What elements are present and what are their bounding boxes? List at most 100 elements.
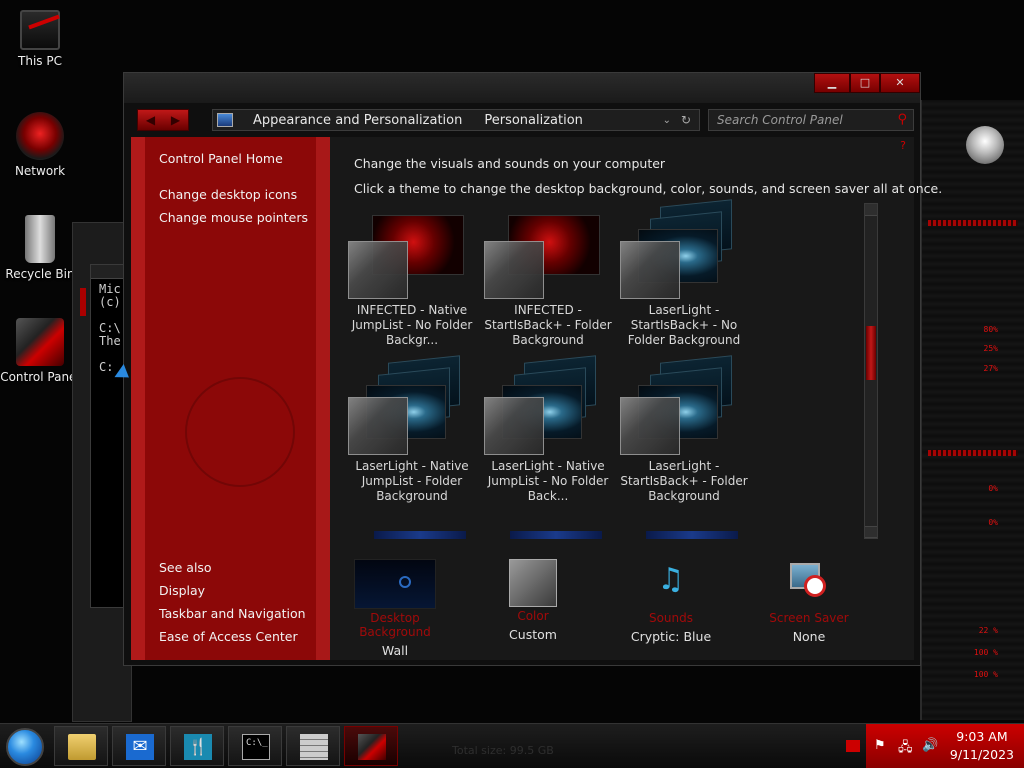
recycle-bin-icon [25, 215, 55, 263]
network-icon[interactable]: 🖧 [898, 738, 913, 760]
see-also-heading: See also [159, 560, 212, 575]
theme-thumbnail [480, 207, 616, 303]
widget-value: 22 % [978, 626, 998, 635]
navigation-bar: ◀ ▶ Appearance and Personalization Perso… [124, 107, 920, 135]
theme-item[interactable]: INFECTED - Native JumpList - No Folder B… [344, 207, 480, 348]
sidebar-link-desktop-icons[interactable]: Change desktop icons [159, 187, 297, 202]
widget-bar [928, 450, 1018, 456]
control-panel-icon [16, 318, 64, 366]
mail-icon: ✉ [126, 734, 154, 760]
screen-saver-setting[interactable]: Screen Saver None [754, 559, 864, 644]
theme-item-partial[interactable] [510, 531, 602, 539]
setting-title: Color [517, 609, 549, 623]
theme-item[interactable]: INFECTED - StartIsBack+ - Folder Backgro… [480, 207, 616, 348]
sounds-setting[interactable]: ♫ Sounds Cryptic: Blue [616, 559, 726, 644]
minimize-button[interactable]: ▁ [814, 73, 850, 93]
breadcrumb-personalization[interactable]: Personalization [484, 113, 583, 128]
desktop-icon-label: This PC [18, 54, 62, 68]
start-button[interactable] [6, 728, 44, 766]
computer-icon [20, 10, 60, 50]
theme-item[interactable]: LaserLight - StartIsBack+ - No Folder Ba… [616, 199, 752, 348]
desktop-icon-label: Recycle Bin [5, 267, 75, 281]
cmd-titlebar[interactable] [91, 265, 125, 279]
search-input[interactable]: Search Control Panel ⚲ [708, 109, 914, 131]
taskbar-control-panel[interactable] [344, 726, 398, 766]
theme-thumbnail [344, 207, 480, 303]
help-icon[interactable]: ? [900, 139, 906, 152]
clock-time: 9:03 AM [956, 729, 1008, 744]
desktop-icon-recycle-bin[interactable]: Recycle Bin [0, 215, 80, 281]
personalization-window: ▁ □ ✕ ◀ ▶ Appearance and Personalization… [123, 72, 942, 666]
refresh-icon[interactable]: ↻ [681, 113, 691, 127]
taskbar-file-explorer[interactable] [54, 726, 108, 766]
theme-label: LaserLight - Native JumpList - Folder Ba… [355, 459, 469, 503]
taskbar-mail[interactable]: ✉ [112, 726, 166, 766]
network-icon [16, 112, 64, 160]
taskbar-firewall[interactable] [286, 726, 340, 766]
show-hidden-icons[interactable] [846, 740, 860, 752]
folder-icon [68, 734, 96, 760]
widget-value: 27% [983, 364, 998, 373]
back-button[interactable]: ◀ [138, 110, 163, 130]
forward-button[interactable]: ▶ [163, 110, 188, 130]
sidebar-link-home[interactable]: Control Panel Home [159, 151, 283, 166]
desktop-background-icon [354, 559, 436, 609]
scroll-up-button[interactable] [865, 204, 877, 216]
theme-list-scrollbar[interactable] [864, 203, 878, 539]
color-setting[interactable]: Color Custom [478, 559, 588, 642]
sidebar-link-display[interactable]: Display [159, 583, 205, 598]
address-bar[interactable]: Appearance and Personalization Personali… [212, 109, 700, 131]
theme-thumbnail [480, 355, 616, 459]
desktop-background-setting[interactable]: Desktop Background Wall [340, 559, 450, 658]
sidebar-link-taskbar[interactable]: Taskbar and Navigation [159, 606, 306, 621]
desktop-icon-network[interactable]: Network [0, 112, 80, 178]
scroll-thumb[interactable] [866, 326, 876, 380]
maximize-button[interactable]: □ [850, 73, 880, 93]
system-tray: ⚑ 🖧 🔊 9:03 AM 9/11/2023 [866, 724, 1024, 768]
control-panel-icon [217, 113, 233, 127]
color-swatch-icon [509, 559, 557, 607]
sidebar-link-ease-of-access[interactable]: Ease of Access Center [159, 629, 298, 644]
breadcrumb-appearance[interactable]: Appearance and Personalization [253, 113, 462, 128]
theme-item[interactable]: LaserLight - StartIsBack+ - Folder Backg… [616, 355, 752, 504]
desktop-icon-control-panel[interactable]: Control Panel [0, 318, 80, 384]
theme-color-preview [348, 397, 408, 455]
sidebar-link-mouse-pointers[interactable]: Change mouse pointers [159, 210, 308, 225]
clock-date: 9/11/2023 [949, 747, 1014, 762]
main-panel: ? Change the visuals and sounds on your … [330, 137, 942, 660]
setting-value: Cryptic: Blue [630, 629, 712, 644]
search-placeholder: Search Control Panel [717, 113, 843, 127]
desktop-icon-label: Control Panel [0, 370, 80, 384]
widget-value: 0% [988, 484, 998, 493]
search-icon[interactable]: ⚲ [897, 112, 907, 127]
screen-saver-icon [786, 559, 832, 609]
clock[interactable]: 9:03 AM 9/11/2023 [950, 728, 1014, 764]
theme-label: INFECTED - StartIsBack+ - Folder Backgro… [484, 303, 612, 347]
setting-title: Desktop Background [359, 611, 431, 639]
sidebar: Control Panel Home Change desktop icons … [131, 137, 330, 660]
theme-color-preview [620, 397, 680, 455]
taskbar: ✉ 🍴 C:\_ Total size: 99.5 GB ⚑ 🖧 🔊 9:03 … [0, 723, 1024, 768]
window-accent-strip [80, 288, 86, 316]
theme-item-partial[interactable] [646, 531, 738, 539]
theme-item-partial[interactable] [374, 531, 466, 539]
scroll-down-button[interactable] [865, 526, 877, 538]
nav-buttons: ◀ ▶ [137, 109, 189, 131]
theme-item[interactable]: LaserLight - Native JumpList - Folder Ba… [344, 355, 480, 504]
volume-icon[interactable]: 🔊 [922, 738, 938, 753]
theme-item[interactable]: LaserLight - Native JumpList - No Folder… [480, 355, 616, 504]
flag-icon[interactable]: ⚑ [874, 738, 886, 753]
alien-logo-icon [966, 126, 1004, 164]
widget-value: 0% [988, 518, 998, 527]
desktop-icon-this-pc[interactable]: This PC [0, 10, 80, 68]
desktop-icon-label: Network [14, 164, 66, 178]
chevron-down-icon[interactable]: ⌄ [663, 115, 671, 126]
theme-label: INFECTED - Native JumpList - No Folder B… [351, 303, 473, 347]
close-button[interactable]: ✕ [880, 73, 920, 93]
taskbar-command-prompt[interactable]: C:\_ [228, 726, 282, 766]
widget-value: 25% [983, 344, 998, 353]
control-panel-icon [358, 734, 386, 760]
window-titlebar[interactable]: ▁ □ ✕ [124, 73, 920, 103]
taskbar-food-app[interactable]: 🍴 [170, 726, 224, 766]
command-prompt-window[interactable]: Mic (c) C:\ The C: [90, 264, 126, 608]
